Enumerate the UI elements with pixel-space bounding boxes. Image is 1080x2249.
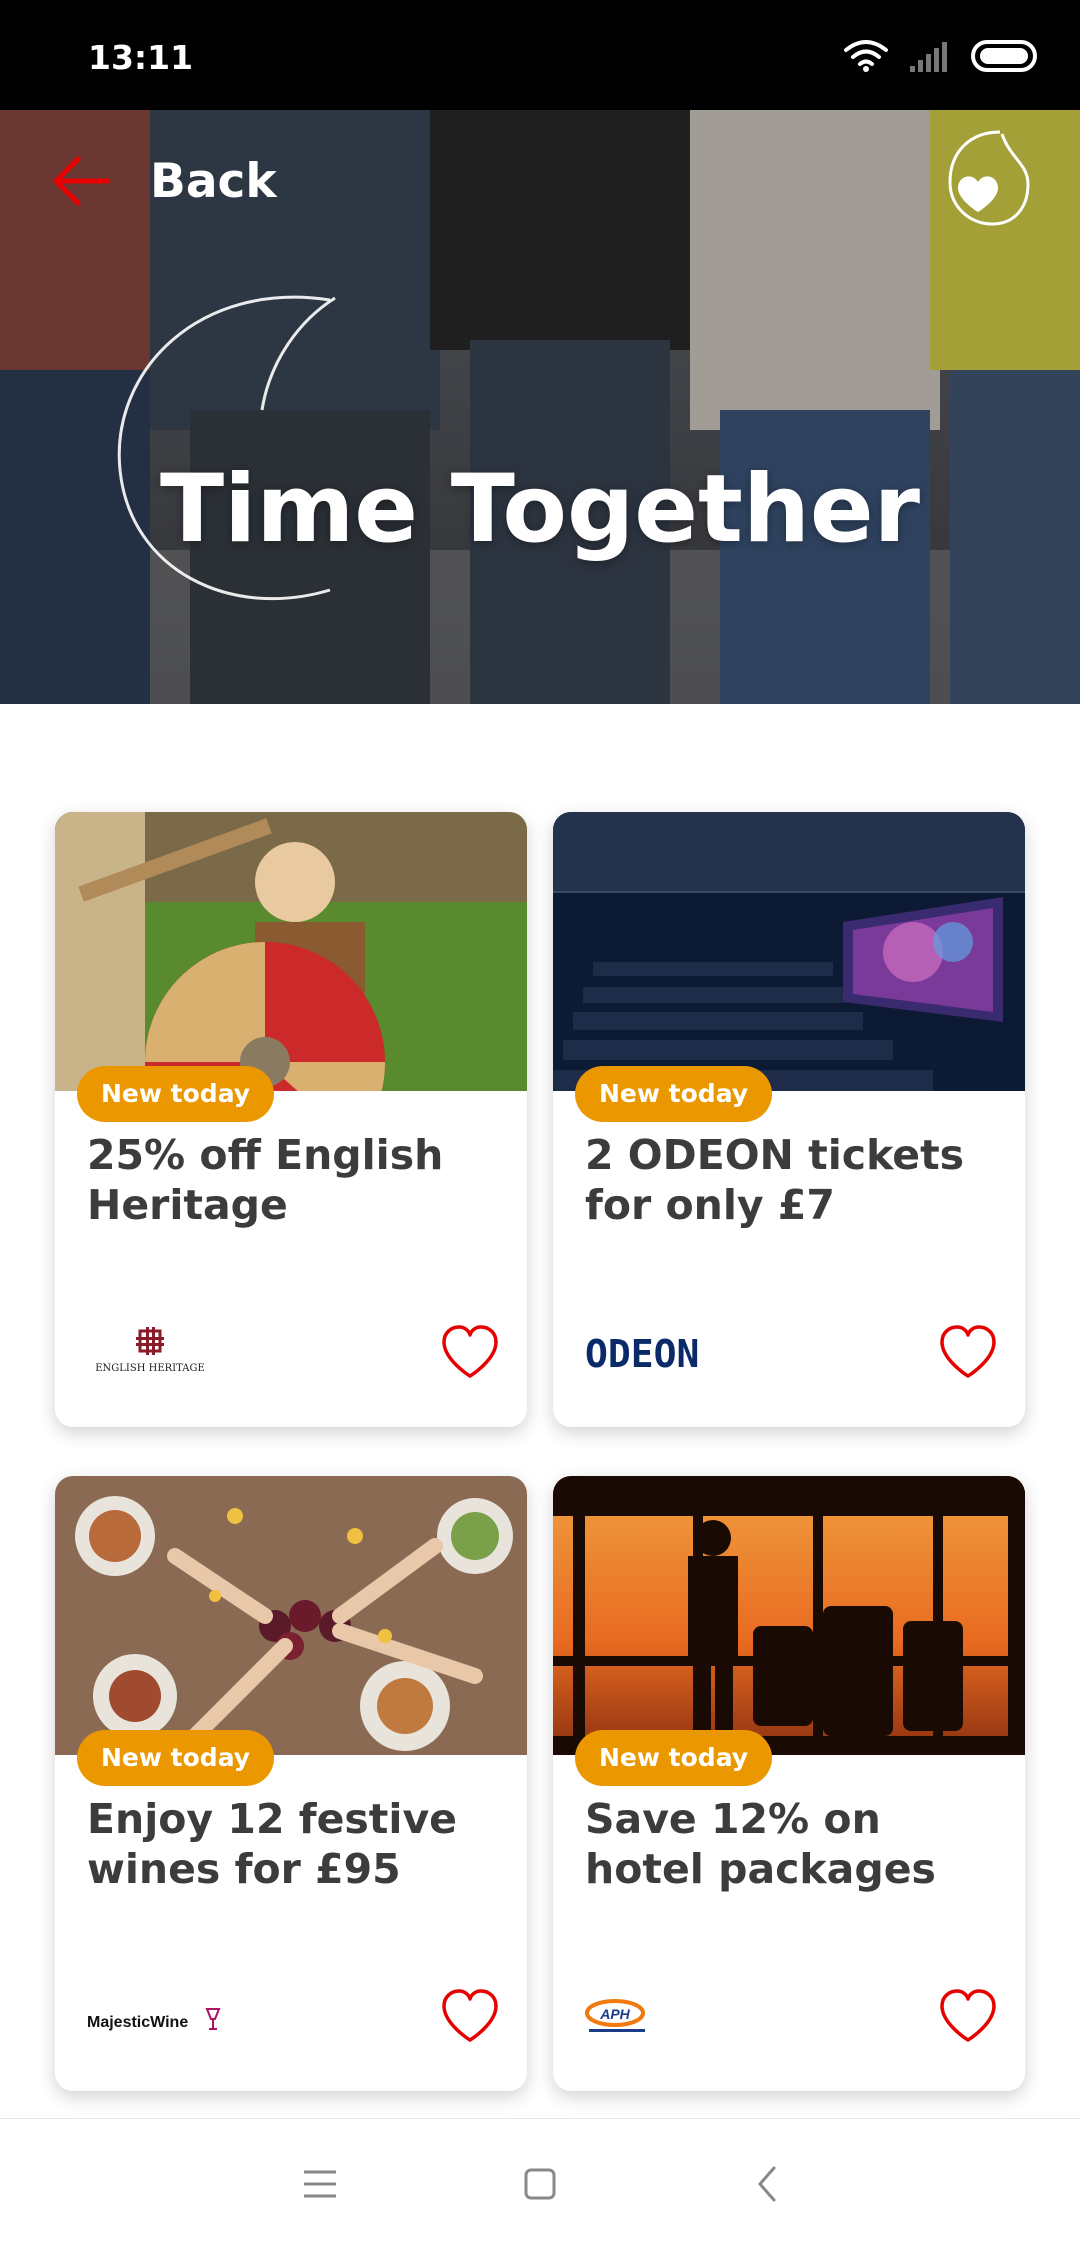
brand-name: APH [599,2006,630,2022]
wifi-icon [844,40,888,72]
back-button[interactable]: Back [50,136,277,226]
hero-banner: Back Time Together [0,110,1080,704]
brand-logo-odeon: ODEON [583,1327,723,1387]
offer-image-english-heritage [55,812,527,1091]
offer-title: Enjoy 12 festive wines for £95 [87,1795,457,1893]
new-today-badge: New today [575,1730,773,1786]
new-today-badge: New today [575,1066,773,1122]
offer-card-english-heritage[interactable]: New today 25% off English Heritage ENGLI… [55,812,527,1427]
favourites-heart-icon[interactable] [930,122,1030,232]
odeon-logo-icon: ODEON [585,1332,699,1376]
favourite-heart-icon[interactable] [439,1986,501,2048]
page-title: Time Together [160,455,920,564]
offer-image-odeon [553,812,1025,1091]
brand-logo-aph: APH [583,1991,663,2051]
new-today-badge: New today [77,1730,275,1786]
offer-title: 2 ODEON tickets for only £7 [585,1131,965,1229]
battery-icon [971,40,1037,72]
status-time: 13:11 [88,38,194,77]
brand-name: ENGLISH HERITAGE [95,1363,205,1374]
status-icons [844,40,1037,72]
offer-image-hotel-packages [553,1476,1025,1755]
brand-name: MajesticWine [87,2014,188,2031]
status-bar: 13:11 [0,0,1080,110]
system-nav-bar [0,2118,1080,2249]
new-today-badge: New today [77,1066,275,1122]
favourite-heart-icon[interactable] [937,1322,999,1384]
majestic-wine-logo-icon: MajesticWine [87,2008,221,2031]
english-heritage-logo-icon: ENGLISH HERITAGE [95,1327,205,1374]
back-nav-icon[interactable] [748,2164,788,2204]
favourite-heart-icon[interactable] [439,1322,501,1384]
offer-card-hotel-packages[interactable]: New today Save 12% on hotel packages APH [553,1476,1025,2091]
offer-image-majestic-wine [55,1476,527,1755]
offer-title: 25% off English Heritage [87,1131,444,1229]
back-label: Back [150,153,277,209]
aph-logo-icon: APH [585,1999,645,2032]
brand-logo-majestic-wine: MajesticWine [85,1991,225,2051]
brand-logo-english-heritage: ENGLISH HERITAGE [85,1327,215,1387]
offer-title: Save 12% on hotel packages [585,1795,936,1893]
offer-card-odeon[interactable]: New today 2 ODEON tickets for only £7 OD… [553,812,1025,1427]
offer-card-majestic-wine[interactable]: New today Enjoy 12 festive wines for £95… [55,1476,527,2091]
favourite-heart-icon[interactable] [937,1986,999,2048]
menu-icon[interactable] [300,2164,340,2204]
back-arrow-icon [53,156,110,206]
signal-icon [910,42,947,72]
brand-name: ODEON [585,1332,699,1376]
home-icon[interactable] [520,2164,560,2204]
